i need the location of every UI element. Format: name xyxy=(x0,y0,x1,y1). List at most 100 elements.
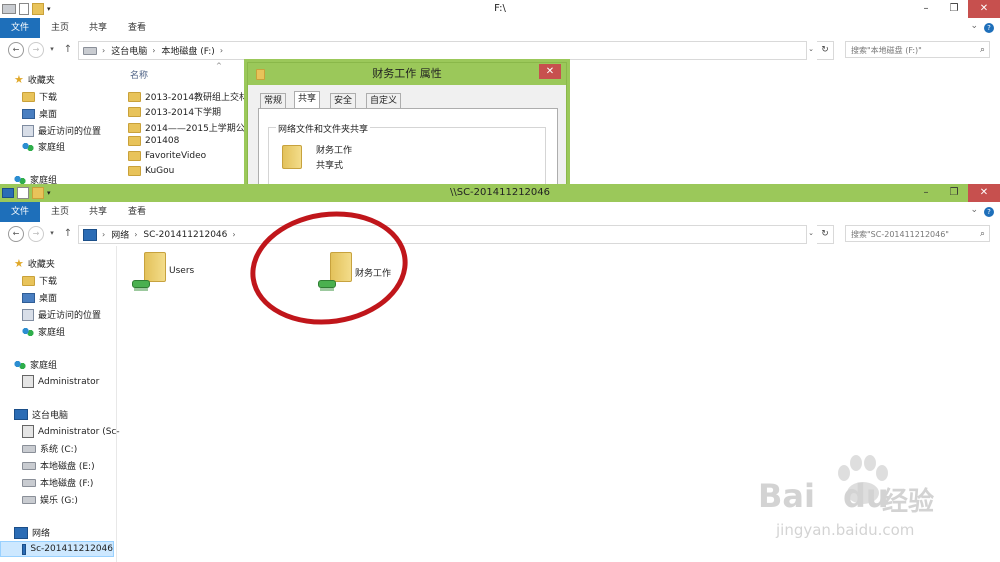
minimize-button[interactable]: – xyxy=(912,184,940,202)
tab-view[interactable]: 查看 xyxy=(128,202,146,222)
star-icon: ★ xyxy=(14,257,24,270)
breadcrumb-drive-f[interactable]: 本地磁盘 (F:) xyxy=(161,44,214,57)
forward-arrow-icon[interactable]: → xyxy=(28,226,44,242)
folder-icon xyxy=(128,136,141,146)
maximize-button[interactable]: ❐ xyxy=(940,184,968,202)
tab-view[interactable]: 查看 xyxy=(128,18,146,38)
list-item[interactable]: 2013-2014下学期 xyxy=(128,105,221,118)
address-bar[interactable]: › 这台电脑 › 本地磁盘 (F:) › xyxy=(78,41,807,60)
search-placeholder: 搜索"SC-201411212046" xyxy=(851,230,949,239)
file-name: FavoriteVideo xyxy=(145,151,207,161)
file-name: 2014——2015上学期公开 xyxy=(145,124,254,134)
help-icon[interactable]: ? xyxy=(984,23,994,33)
sidebar-item-administrator[interactable]: Administrator xyxy=(22,375,99,388)
tab-file[interactable]: 文件 xyxy=(0,202,40,222)
list-item[interactable]: FavoriteVideo xyxy=(128,151,206,161)
forward-arrow-icon[interactable]: → xyxy=(28,42,44,58)
up-arrow-icon[interactable]: ↑ xyxy=(62,225,74,242)
baidu-watermark: Bai du 经验 jingyan.baidu.com xyxy=(750,455,950,550)
shared-folder-status: 共享式 xyxy=(316,161,344,171)
list-item[interactable]: 201408 xyxy=(128,136,179,146)
window-controls: – ❐ ✕ xyxy=(912,0,1000,18)
column-header-name[interactable]: 名称 xyxy=(130,68,148,81)
sidebar-item-recent[interactable]: 最近访问的位置 xyxy=(22,308,101,321)
tab-sharing[interactable]: 共享 xyxy=(294,91,321,109)
refresh-icon[interactable]: ↻ xyxy=(817,41,834,60)
sidebar-item-homegroup-section[interactable]: 家庭组 xyxy=(14,358,57,371)
computer-icon xyxy=(14,409,28,420)
sidebar-item-this-pc[interactable]: 这台电脑 xyxy=(14,408,68,421)
sidebar-item-host[interactable]: Sc-201411212046 xyxy=(0,541,114,557)
up-arrow-icon[interactable]: ↑ xyxy=(62,41,74,58)
front-navbar: ← → ▾ ↑ › 网络 › SC-201411212046 › ⌄ ↻ 搜索"… xyxy=(0,222,1000,246)
tab-share[interactable]: 共享 xyxy=(89,202,107,222)
expand-ribbon-icon[interactable]: ⌄ xyxy=(970,21,978,31)
address-bar[interactable]: › 网络 › SC-201411212046 › xyxy=(78,225,807,244)
drive-icon xyxy=(22,478,36,487)
recent-locations-icon[interactable]: ▾ xyxy=(46,225,58,242)
tab-general[interactable]: 常规 xyxy=(260,93,287,109)
address-dropdown-icon[interactable]: ⌄ xyxy=(805,225,817,242)
list-item[interactable]: 2013-2014教研组上交材料 xyxy=(128,90,257,103)
close-button[interactable]: ✕ xyxy=(968,184,1000,202)
file-name: 2013-2014下学期 xyxy=(145,108,222,118)
search-icon: ⌕ xyxy=(979,45,985,55)
back-arrow-icon[interactable]: ← xyxy=(8,226,24,242)
sidebar-item-drive-g[interactable]: 娱乐 (G:) xyxy=(22,493,78,506)
close-button[interactable]: ✕ xyxy=(968,0,1000,18)
sidebar-item-recent[interactable]: 最近访问的位置 xyxy=(22,124,101,137)
group-title: 网络文件和文件夹共享 xyxy=(276,122,371,135)
sidebar-item-homegroup[interactable]: 家庭组 xyxy=(22,140,65,153)
search-input[interactable]: 搜索"SC-201411212046" ⌕ xyxy=(845,225,990,242)
sidebar-divider xyxy=(116,246,117,562)
breadcrumb-this-pc[interactable]: 这台电脑 xyxy=(111,44,147,57)
dialog-title: 财务工作 属性 xyxy=(372,67,442,80)
file-name: KuGou xyxy=(145,166,175,176)
brand-text: Bai xyxy=(758,477,815,515)
sidebar-item-downloads[interactable]: 下载 xyxy=(22,274,57,287)
sidebar-item-homegroup[interactable]: 家庭组 xyxy=(22,325,65,338)
file-name: 2013-2014教研组上交材料 xyxy=(145,93,258,103)
sidebar-item-admin-pc[interactable]: Administrator (Sc- xyxy=(22,425,120,438)
star-icon: ★ xyxy=(14,73,24,86)
expand-ribbon-icon[interactable]: ⌄ xyxy=(970,205,978,215)
sidebar-item-desktop[interactable]: 桌面 xyxy=(22,291,57,304)
search-input[interactable]: 搜索"本地磁盘 (F:)" ⌕ xyxy=(845,41,990,58)
sidebar-item-drive-c[interactable]: 系统 (C:) xyxy=(22,442,77,455)
sidebar-item-drive-f[interactable]: 本地磁盘 (F:) xyxy=(22,476,93,489)
tab-share[interactable]: 共享 xyxy=(89,18,107,38)
network-sharing-group xyxy=(268,127,546,187)
dialog-titlebar: 财务工作 属性 ✕ xyxy=(248,63,566,85)
tab-security[interactable]: 安全 xyxy=(330,93,357,109)
tab-customize[interactable]: 自定义 xyxy=(366,93,402,109)
sidebar-label: 桌面 xyxy=(39,294,58,304)
address-dropdown-icon[interactable]: ⌄ xyxy=(805,41,817,58)
sidebar-item-desktop[interactable]: 桌面 xyxy=(22,107,57,120)
network-share-icon xyxy=(132,280,150,288)
help-icon[interactable]: ? xyxy=(984,207,994,217)
dialog-close-button[interactable]: ✕ xyxy=(539,64,561,79)
list-item[interactable]: 2014——2015上学期公开 xyxy=(128,121,254,134)
list-item[interactable]: KuGou xyxy=(128,166,174,176)
sidebar-item-network[interactable]: 网络 xyxy=(14,526,50,539)
tab-home[interactable]: 主页 xyxy=(51,202,69,222)
sidebar-item-favorites[interactable]: ★ 收藏夹 xyxy=(14,73,55,86)
sidebar-item-favorites[interactable]: ★ 收藏夹 xyxy=(14,257,55,270)
sidebar-item-drive-e[interactable]: 本地磁盘 (E:) xyxy=(22,459,95,472)
refresh-icon[interactable]: ↻ xyxy=(817,225,834,244)
sidebar-item-downloads[interactable]: 下载 xyxy=(22,90,57,103)
breadcrumb-network[interactable]: 网络 xyxy=(111,228,129,241)
breadcrumb-host[interactable]: SC-201411212046 xyxy=(143,230,227,240)
recent-locations-icon[interactable]: ▾ xyxy=(46,41,58,58)
tab-file[interactable]: 文件 xyxy=(0,18,40,38)
maximize-button[interactable]: ❐ xyxy=(940,0,968,18)
sidebar-label: Administrator (Sc- xyxy=(38,426,120,437)
back-arrow-icon[interactable]: ← xyxy=(8,42,24,58)
shared-folder-users[interactable]: Users xyxy=(128,250,218,294)
shared-folder-icon xyxy=(282,145,302,169)
front-titlebar: ▾ \\SC-201411212046 – ❐ ✕ xyxy=(0,184,1000,202)
tab-home[interactable]: 主页 xyxy=(51,18,69,38)
drive-icon xyxy=(22,495,36,504)
folder-icon xyxy=(128,151,141,161)
minimize-button[interactable]: – xyxy=(912,0,940,18)
